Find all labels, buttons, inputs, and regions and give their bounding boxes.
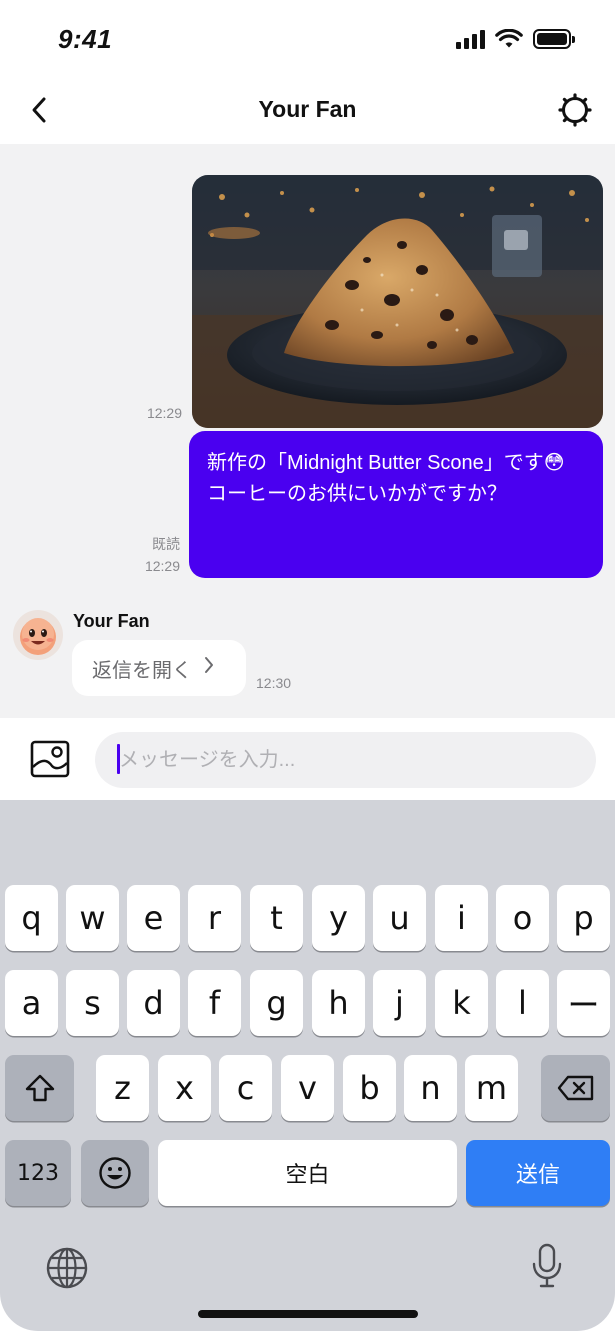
incoming-message-time: 12:30 <box>256 675 292 691</box>
photo-message-time: 12:29 <box>146 405 182 421</box>
key-c[interactable]: c <box>219 1055 272 1121</box>
key-d[interactable]: d <box>127 970 180 1036</box>
key-v[interactable]: v <box>281 1055 334 1121</box>
home-indicator[interactable] <box>198 1310 418 1318</box>
key-g[interactable]: g <box>250 970 303 1036</box>
battery-icon <box>533 29 575 49</box>
message-input[interactable] <box>95 732 596 788</box>
backspace-key[interactable] <box>541 1055 610 1121</box>
chat-area[interactable]: 12:29 新作の「Midnight Butter Scone」です😳 コーヒー… <box>0 144 615 718</box>
key-x[interactable]: x <box>158 1055 211 1121</box>
open-reply-button[interactable]: 返信を開く <box>72 640 246 696</box>
key-s[interactable]: s <box>66 970 119 1036</box>
dictation-button[interactable] <box>531 1242 563 1295</box>
key-u[interactable]: u <box>373 885 426 951</box>
key-y[interactable]: y <box>312 885 365 951</box>
read-receipt: 既読 12:29 <box>145 533 180 577</box>
key-e[interactable]: e <box>127 885 180 951</box>
fan-avatar-icon <box>13 610 63 660</box>
send-key[interactable]: 送信 <box>466 1140 610 1206</box>
key-a[interactable]: a <box>5 970 58 1036</box>
key-long-vowel[interactable]: ー <box>557 970 610 1036</box>
shift-key[interactable] <box>5 1055 74 1121</box>
space-key[interactable]: 空白 <box>158 1140 457 1206</box>
microphone-icon <box>532 1243 562 1288</box>
scone-photo <box>192 175 603 428</box>
attach-image-button[interactable] <box>30 740 70 778</box>
backspace-icon <box>557 1075 593 1101</box>
key-q[interactable]: q <box>5 885 58 951</box>
text-caret <box>117 744 120 774</box>
chat-header: Your Fan <box>0 78 615 144</box>
key-k[interactable]: k <box>435 970 488 1036</box>
key-p[interactable]: p <box>557 885 610 951</box>
status-time: 9:41 <box>58 24 113 54</box>
key-t[interactable]: t <box>250 885 303 951</box>
key-w[interactable]: w <box>66 885 119 951</box>
open-reply-label: 返信を開く <box>92 659 192 682</box>
sender-name: Your Fan <box>73 611 150 631</box>
emoji-key[interactable] <box>81 1140 149 1206</box>
avatar[interactable] <box>13 610 63 660</box>
keyboard: q w e r t y u i o p a s d f g h j k l ー … <box>0 800 615 1331</box>
key-b[interactable]: b <box>343 1055 396 1121</box>
key-r[interactable]: r <box>188 885 241 951</box>
message-composer <box>0 718 615 800</box>
key-m[interactable]: m <box>465 1055 518 1121</box>
status-bar: 9:41 <box>0 0 615 78</box>
text-message-time: 12:29 <box>144 558 180 574</box>
chevron-right-icon <box>204 656 214 680</box>
key-z[interactable]: z <box>96 1055 149 1121</box>
cellular-signal-icon <box>456 29 485 49</box>
key-j[interactable]: j <box>373 970 426 1036</box>
key-i[interactable]: i <box>435 885 488 951</box>
wifi-icon <box>495 29 523 48</box>
numbers-key[interactable]: 123 <box>5 1140 71 1206</box>
key-n[interactable]: n <box>404 1055 457 1121</box>
read-label: 既読 <box>152 536 180 552</box>
key-l[interactable]: l <box>496 970 549 1036</box>
key-h[interactable]: h <box>312 970 365 1036</box>
key-o[interactable]: o <box>496 885 549 951</box>
globe-icon <box>46 1247 88 1289</box>
globe-button[interactable] <box>45 1246 89 1295</box>
app-screen: 9:41 Your Fan 12:29 新作の「Midnight Butter … <box>0 0 615 1331</box>
chat-title: Your Fan <box>258 96 357 122</box>
photo-message[interactable] <box>192 175 603 428</box>
settings-button[interactable] <box>555 90 595 130</box>
outgoing-text-message[interactable]: 新作の「Midnight Butter Scone」です😳 コーヒーのお供にいか… <box>189 431 603 578</box>
shift-icon <box>25 1074 54 1102</box>
emoji-icon <box>99 1157 131 1189</box>
settings-icon <box>558 93 592 127</box>
status-icons <box>456 29 575 49</box>
image-icon <box>30 740 70 778</box>
key-f[interactable]: f <box>188 970 241 1036</box>
